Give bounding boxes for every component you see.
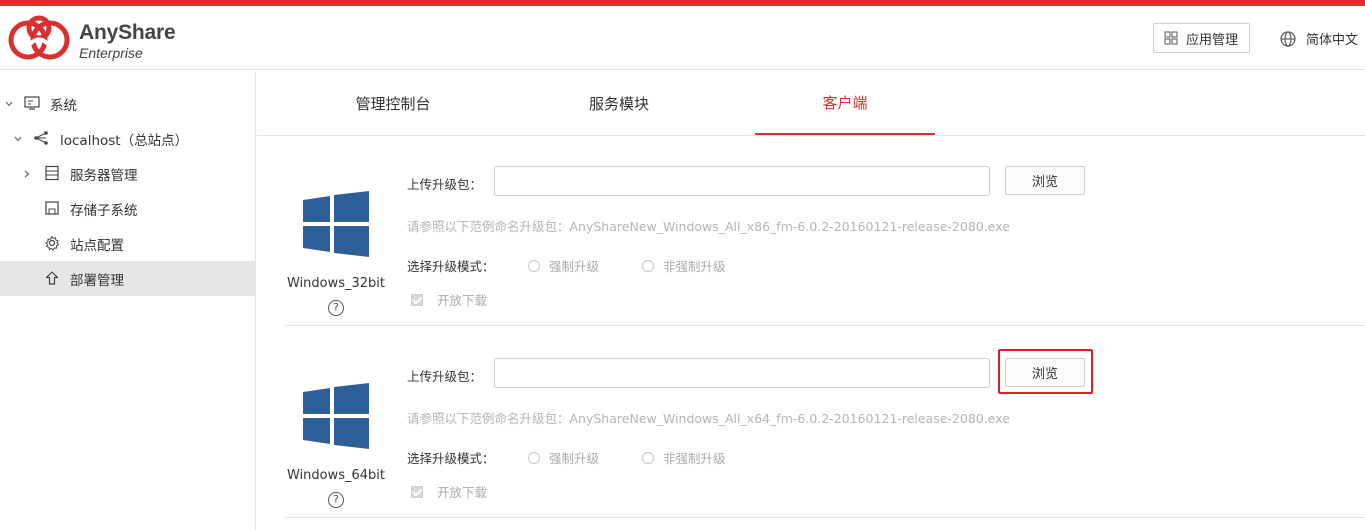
radio-circle [642,259,654,272]
os-name: Windows_64bit [286,468,386,483]
grid-icon [1164,31,1178,45]
sidebar-item-label: 系统 [50,97,77,114]
app-manage-button[interactable]: 应用管理 [1153,23,1250,53]
sidebar-item-label: 部署管理 [70,272,124,289]
app-manage-label: 应用管理 [1186,32,1239,48]
radio-circle [528,259,540,272]
help-icon[interactable]: ? [328,300,344,316]
header: AnyShare Enterprise 应用管理 简体中文 [0,6,1365,70]
sidebar-item-label: 服务器管理 [70,167,138,184]
client-content: Windows_32bit ? 上传升级包： 浏览 请参照以下范例命名升级包：A… [257,136,1365,530]
windows-logo-icon [303,383,369,449]
mode-label: 选择升级模式： [407,451,495,466]
radio-label: 非强制升级 [663,451,726,466]
radio-label: 强制升级 [549,259,600,274]
tab-bar: 管理控制台 服务模块 客户端 [257,71,1365,136]
tab-label: 管理控制台 [355,94,431,113]
naming-hint: 请参照以下范例命名升级包：AnyShareNew_Windows_All_x64… [407,411,1010,426]
browse-button[interactable]: 浏览 [1005,166,1085,195]
sidebar-item-label: 站点配置 [70,237,124,254]
naming-hint: 请参照以下范例命名升级包：AnyShareNew_Windows_All_x86… [407,219,1010,234]
radio-circle [642,451,654,464]
upload-label: 上传升级包： [407,177,483,192]
chevron-right-icon [24,170,30,178]
server-list-icon [45,165,59,181]
brand-edition: Enterprise [79,45,143,61]
upload-file-input[interactable] [494,358,990,388]
brand-name: AnyShare [79,21,176,44]
sidebar-item-label: localhost（总站点） [60,132,189,149]
share-nodes-icon [34,131,48,145]
open-download-checkbox[interactable]: 开放下载 [411,290,487,309]
tab-console[interactable]: 管理控制台 [303,71,483,135]
language-selector[interactable]: 简体中文 [1280,29,1358,48]
radio-circle [528,451,540,464]
radio-label: 非强制升级 [663,259,726,274]
sidebar-item-label: 存储子系统 [70,202,138,219]
anyshare-logo-icon [8,15,70,60]
client-section-win64: Windows_64bit ? 上传升级包： 浏览 请参照以下范例命名升级包：A… [285,328,1365,518]
checkbox-label: 开放下载 [437,485,488,500]
checkbox-label: 开放下载 [437,293,488,308]
globe-icon [1280,30,1296,47]
open-download-checkbox[interactable]: 开放下载 [411,482,487,501]
checkbox-box [411,293,423,306]
radio-force-upgrade[interactable]: 强制升级 [528,448,599,467]
sidebar-item-localhost[interactable]: localhost（总站点） [0,121,256,156]
storage-icon [45,201,59,215]
chevron-down-icon [5,101,13,107]
radio-optional-upgrade[interactable]: 非强制升级 [642,256,726,275]
tab-client[interactable]: 客户端 [755,71,935,135]
os-name: Windows_32bit [286,276,386,291]
checkbox-box [411,485,423,498]
client-section-win32: Windows_32bit ? 上传升级包： 浏览 请参照以下范例命名升级包：A… [285,136,1365,326]
upload-arrow-icon [45,271,59,285]
language-label: 简体中文 [1306,33,1359,48]
tab-label: 服务模块 [588,94,649,113]
help-icon[interactable]: ? [328,492,344,508]
sidebar-item-system[interactable]: 系统 [0,86,256,121]
radio-optional-upgrade[interactable]: 非强制升级 [642,448,726,467]
mode-label: 选择升级模式： [407,259,495,274]
sidebar-item-deploy-manage[interactable]: 部署管理 [0,261,256,296]
tab-label: 客户端 [822,93,868,112]
highlight-box [998,349,1093,394]
tab-service-modules[interactable]: 服务模块 [529,71,709,135]
sidebar: 系统 localhost（总站点） 服务器管理 存储子系统 站点配置 部署管理 [0,71,256,530]
server-panel-icon [24,96,40,110]
gear-icon [45,235,60,251]
radio-label: 强制升级 [549,451,600,466]
sidebar-item-server-manage[interactable]: 服务器管理 [0,156,256,191]
chevron-down-icon [14,136,22,142]
sidebar-item-storage[interactable]: 存储子系统 [0,191,256,226]
radio-force-upgrade[interactable]: 强制升级 [528,256,599,275]
upload-file-input[interactable] [494,166,990,196]
sidebar-item-site-config[interactable]: 站点配置 [0,226,256,261]
upload-label: 上传升级包： [407,369,483,384]
windows-logo-icon [303,191,369,257]
